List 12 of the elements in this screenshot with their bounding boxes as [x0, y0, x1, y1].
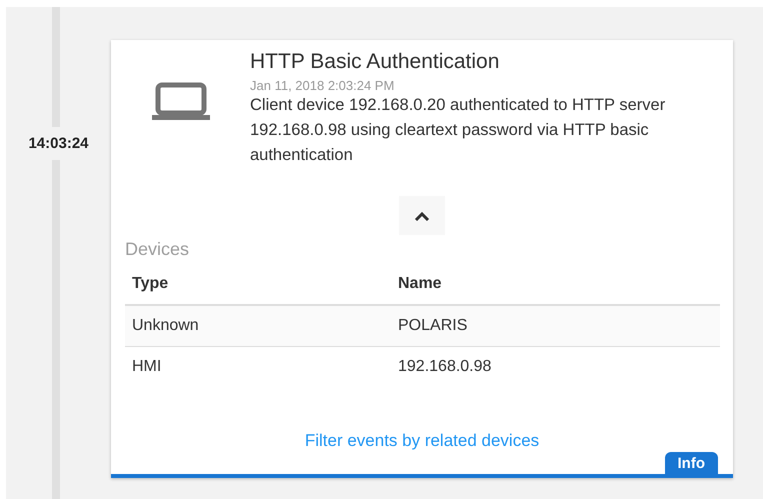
- chevron-up-icon: [414, 210, 430, 220]
- event-timestamp: Jan 11, 2018 2:03:24 PM: [250, 78, 396, 93]
- filter-link[interactable]: Filter events by related devices: [304, 431, 540, 451]
- severity-tag: Info: [664, 452, 718, 474]
- collapse-button[interactable]: [399, 196, 445, 235]
- event-description: Client device 192.168.0.20 authenticated to HTTP server 192.168.0.98 using cleartext password via HTTP basic authentication: [250, 95, 666, 166]
- section-heading: Devices: [125, 239, 190, 260]
- laptop-icon: [152, 82, 210, 120]
- table-cell: HMI: [125, 346, 391, 387]
- table-cell: 192.168.0.98: [391, 346, 720, 387]
- event-time: 14:03:24: [28, 134, 89, 154]
- event-title: HTTP Basic Authentication: [250, 50, 500, 74]
